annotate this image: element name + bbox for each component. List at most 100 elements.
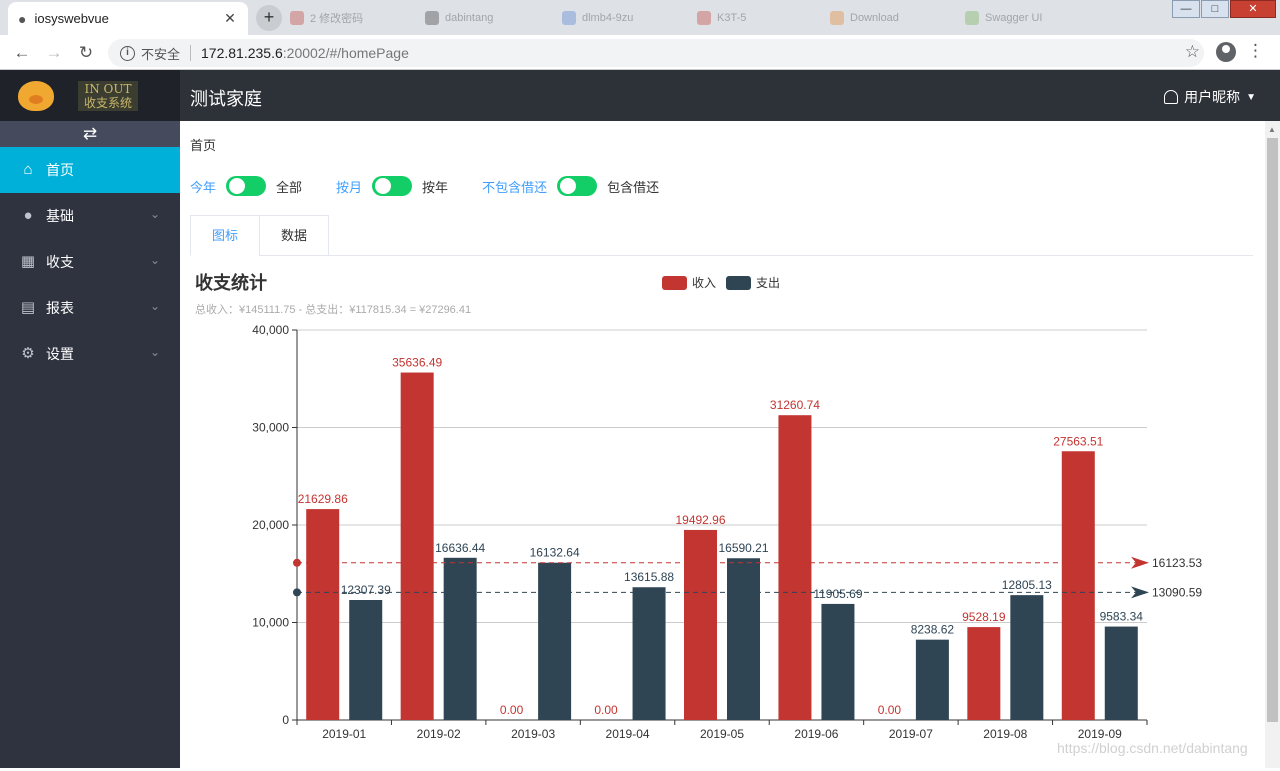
y-tick-label: 20,000 [252, 518, 289, 532]
user-menu[interactable]: 用户昵称 ▼ [1164, 87, 1256, 107]
window-close-button[interactable]: ✕ [1230, 0, 1276, 18]
user-icon [1164, 90, 1179, 104]
piggy-bank-icon [18, 80, 54, 111]
x-tick-label: 2019-07 [889, 727, 933, 741]
x-tick-label: 2019-03 [511, 727, 555, 741]
chart-area: 收支统计总收入：¥145111.75 - 总支出：¥117815.34 = ¥2… [180, 267, 1260, 768]
forward-arrow-icon[interactable]: → [42, 41, 66, 65]
sidebar-item-label: 收支 [46, 254, 74, 270]
year-scope-switch[interactable] [226, 176, 267, 196]
new-tab-button[interactable]: + [256, 5, 282, 31]
browser-tab[interactable]: Download [830, 6, 899, 30]
switch-left-label: 按月 [336, 179, 363, 195]
bar-value-label: 13615.88 [624, 570, 674, 584]
y-tick-label: 30,000 [252, 421, 289, 435]
bar-支出 [632, 587, 666, 720]
average-arrow-icon [1131, 586, 1149, 599]
browser-tab[interactable]: Swagger UI [965, 6, 1042, 30]
watermark: https://blog.csdn.net/dabintang [1057, 740, 1248, 756]
switch-right-label: 包含借还 [607, 179, 660, 195]
address-bar[interactable]: i 不安全 172.81.235.6:20002/#/homePage [108, 39, 1204, 67]
collapse-toggle-icon[interactable]: ⇄ [0, 121, 180, 147]
browser-tab[interactable]: 2 修改密码 [290, 6, 363, 30]
tab-title: K3T-5 [717, 12, 747, 24]
chevron-down-icon: ⌄ [149, 253, 160, 267]
bar-value-label: 35636.49 [392, 356, 442, 370]
bar-chart: 收支统计总收入：¥145111.75 - 总支出：¥117815.34 = ¥2… [195, 272, 1202, 741]
url-path: :20002/#/homePage [282, 45, 409, 61]
chevron-down-icon: ⌄ [149, 299, 160, 313]
bar-value-label: 19492.96 [675, 513, 725, 527]
bar-收入 [306, 509, 340, 720]
bar-value-label: 16636.44 [435, 541, 485, 555]
window-controls: — □ ✕ [1171, 0, 1276, 18]
bar-支出 [915, 639, 949, 720]
logo: IN OUT 收支系统 [0, 70, 180, 121]
legend-label: 收入 [692, 276, 716, 290]
switch-right-label: 按年 [422, 179, 449, 195]
scrollbar[interactable]: ▲ [1265, 121, 1280, 768]
sidebar-item-income-expense[interactable]: ▦ 收支 ⌄ [0, 239, 180, 285]
tab-chart[interactable]: 图标 [190, 215, 260, 256]
scrollbar-thumb[interactable] [1267, 138, 1278, 722]
tab-title: dlmb4-9zu [582, 12, 634, 24]
average-value-label: 13090.59 [1152, 585, 1202, 599]
bar-value-label: 0.00 [878, 703, 902, 717]
minimize-button[interactable]: — [1172, 0, 1200, 18]
filter-switches: 今年 全部 按月 按年 不包含借还 包含借还 [190, 176, 659, 196]
browser-tab[interactable]: dabintang [425, 6, 493, 30]
bar-value-label: 27563.51 [1053, 434, 1103, 448]
family-title: 测试家庭 [190, 89, 262, 109]
tab-title: iosyswebvue [34, 11, 109, 26]
tab-data[interactable]: 数据 [259, 215, 329, 256]
divider [190, 45, 192, 61]
bar-支出 [443, 557, 477, 720]
profile-icon[interactable] [1216, 42, 1236, 62]
more-menu-icon[interactable]: ⋮ [1247, 41, 1264, 61]
bar-支出 [727, 558, 760, 720]
logo-line: IN OUT [84, 81, 132, 96]
tab-title: Download [850, 12, 899, 24]
chart-title: 收支统计 [195, 272, 267, 293]
sidebar-item-basic[interactable]: ● 基础 ⌄ [0, 193, 180, 239]
url-host: 172.81.235.6 [201, 45, 283, 61]
browser-tab[interactable]: dlmb4-9zu [562, 6, 633, 30]
sidebar-item-label: 首页 [46, 162, 74, 178]
tab-title: 2 修改密码 [310, 13, 364, 25]
info-icon[interactable]: i [120, 45, 135, 61]
bookmark-star-icon[interactable]: ☆ [1185, 42, 1200, 62]
sidebar-item-reports[interactable]: ▤ 报表 ⌄ [0, 285, 180, 331]
period-switch[interactable] [372, 176, 413, 196]
chevron-down-icon: ⌄ [149, 345, 160, 359]
y-tick-label: 0 [282, 713, 289, 727]
bar-支出 [1010, 595, 1044, 720]
close-tab-icon[interactable]: ✕ [222, 10, 238, 27]
sidebar-item-home[interactable]: ⌂ 首页 [0, 147, 180, 193]
report-icon: ▤ [20, 299, 36, 316]
bar-value-label: 0.00 [500, 703, 524, 717]
browser-tab-active[interactable]: ● iosyswebvue ✕ [8, 2, 248, 35]
bar-收入 [400, 372, 434, 720]
loan-switch[interactable] [557, 176, 598, 196]
reload-icon[interactable]: ↻ [74, 41, 98, 65]
bar-value-label: 9528.19 [962, 610, 1006, 624]
chart-subtitle: 总收入：¥145111.75 - 总支出：¥117815.34 = ¥27296… [195, 302, 471, 316]
breadcrumb: 首页 [190, 138, 217, 153]
home-icon: ⌂ [23, 161, 33, 178]
browser-tab[interactable]: K3T-5 [697, 6, 746, 30]
legend-swatch [662, 276, 687, 290]
tab-strip: ● iosyswebvue ✕ + 2 修改密码 dabintang dlmb4… [0, 0, 1280, 35]
maximize-button[interactable]: □ [1201, 0, 1229, 18]
x-tick-label: 2019-05 [700, 727, 744, 741]
x-tick-label: 2019-06 [794, 727, 838, 741]
bar-value-label: 12805.13 [1002, 578, 1052, 592]
y-tick-label: 40,000 [252, 323, 289, 337]
sidebar-item-settings[interactable]: ⚙ 设置 ⌄ [0, 331, 180, 377]
bar-收入 [967, 627, 1001, 720]
back-arrow-icon[interactable]: ← [10, 41, 34, 65]
browser-toolbar: ← → ↻ i 不安全 172.81.235.6:20002/#/homePag… [0, 35, 1280, 70]
scroll-up-icon[interactable]: ▲ [1268, 125, 1276, 134]
x-tick-label: 2019-08 [983, 727, 1027, 741]
sidebar-item-label: 基础 [46, 208, 74, 224]
caret-down-icon: ▼ [1246, 91, 1256, 103]
